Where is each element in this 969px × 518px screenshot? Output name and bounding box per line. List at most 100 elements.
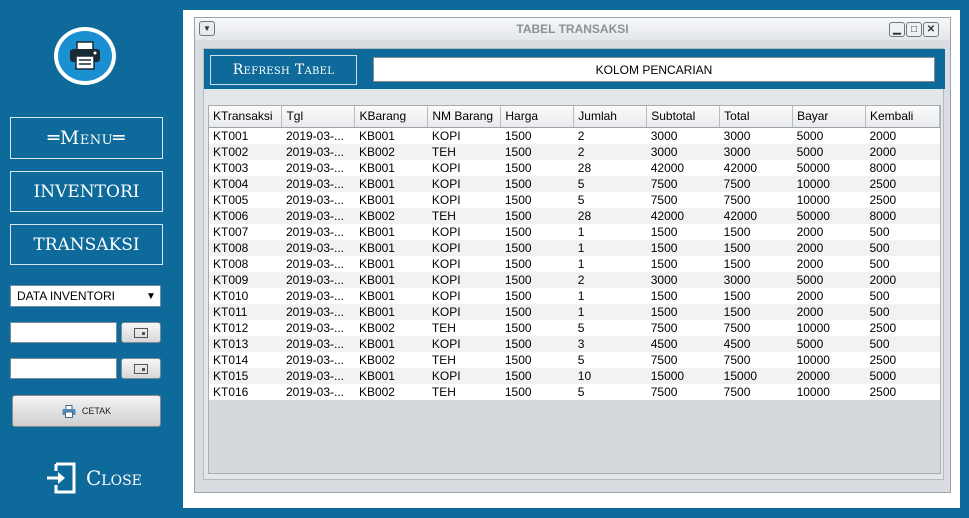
column-header[interactable]: Tgl	[281, 106, 356, 128]
table-cell: 2000	[865, 127, 940, 144]
menu-button[interactable]: ═Menu═	[10, 117, 163, 159]
table-row[interactable]: KT016 2019-03-... KB002 TEH 1500 5 7500 7500 100…	[209, 383, 940, 400]
window-close-icon[interactable]: ✕	[923, 22, 939, 37]
table-cell: 7500	[719, 383, 793, 400]
table-row[interactable]: KT011 2019-03-... KB001 KOPI 1500 1 1500 1500 20…	[209, 303, 940, 320]
table-row[interactable]: KT014 2019-03-... KB002 TEH 1500 5 7500 7500 100…	[209, 351, 940, 368]
table-row[interactable]: KT013 2019-03-... KB001 KOPI 1500 3 4500 4500 50…	[209, 335, 940, 352]
table-row[interactable]: KT008 2019-03-... KB001 KOPI 1500 1 1500 1500 20…	[209, 239, 940, 256]
date-to-field[interactable]	[10, 358, 117, 379]
table-cell: KB001	[354, 367, 428, 384]
table-body: KT001 2019-03-... KB001 KOPI 1500 2 3000 3000 50…	[209, 127, 940, 400]
table-row[interactable]: KT006 2019-03-... KB002 TEH 1500 28 42000 42000…	[209, 207, 940, 224]
table-cell: 50000	[792, 159, 866, 176]
minimize-icon[interactable]: ▁	[889, 22, 905, 37]
table-row[interactable]: KT004 2019-03-... KB001 KOPI 1500 5 7500 7500 10…	[209, 175, 940, 192]
data-type-select[interactable]: DATA INVENTORI ▼	[10, 285, 161, 307]
table-cell: 1500	[719, 223, 793, 240]
column-header[interactable]: KTransaksi	[209, 106, 283, 128]
table-cell: 500	[865, 239, 940, 256]
table-row[interactable]: KT015 2019-03-... KB001 KOPI 1500 10 15000 1500…	[209, 367, 940, 384]
table-cell: KOPI	[427, 303, 501, 320]
table-row[interactable]: KT010 2019-03-... KB001 KOPI 1500 1 1500 1500 20…	[209, 287, 940, 304]
table-row[interactable]: KT005 2019-03-... KB001 KOPI 1500 5 7500 7500 10…	[209, 191, 940, 208]
dropdown-arrow-icon[interactable]: ▼	[142, 286, 160, 306]
window-controls: ▁ □ ✕	[889, 22, 939, 37]
table-cell: 2019-03-...	[281, 383, 355, 400]
date-from-field[interactable]	[10, 322, 117, 343]
table-cell: KB001	[354, 191, 428, 208]
table-cell: 2000	[792, 303, 866, 320]
column-header[interactable]: Bayar	[792, 106, 866, 128]
close-button[interactable]: Close	[46, 462, 142, 494]
cetak-button[interactable]: CETAK	[12, 395, 161, 427]
column-header[interactable]: Kembali	[865, 106, 940, 128]
table-cell: 3000	[646, 143, 720, 160]
calendar-icon	[134, 327, 148, 338]
table-cell: 7500	[646, 175, 720, 192]
column-header[interactable]: Jumlah	[573, 106, 648, 128]
table-cell: KT006	[209, 207, 282, 224]
calendar-button-to[interactable]	[121, 358, 161, 379]
table-cell: 5000	[792, 271, 866, 288]
table-cell: 1500	[646, 303, 720, 320]
table-cell: 7500	[719, 175, 793, 192]
column-header[interactable]: KBarang	[354, 106, 429, 128]
column-header[interactable]: NM Barang	[427, 106, 502, 128]
table-cell: 5000	[792, 335, 866, 352]
table-cell: KT007	[209, 223, 282, 240]
table-row[interactable]: KT007 2019-03-... KB001 KOPI 1500 1 1500 1500 20…	[209, 223, 940, 240]
window-title: TABEL TRANSAKSI	[516, 22, 629, 36]
select-value: DATA INVENTORI	[17, 289, 116, 303]
column-header[interactable]: Harga	[500, 106, 575, 128]
toolbar: Refresh Tabel	[204, 49, 945, 89]
table-row[interactable]: KT002 2019-03-... KB002 TEH 1500 2 3000 3000 500…	[209, 143, 940, 160]
table-cell: KOPI	[427, 223, 501, 240]
window-titlebar[interactable]: ▼ TABEL TRANSAKSI ▁ □ ✕	[195, 18, 950, 40]
table-row[interactable]: KT001 2019-03-... KB001 KOPI 1500 2 3000 3000 50…	[209, 127, 940, 144]
table-row[interactable]: KT012 2019-03-... KB002 TEH 1500 5 7500 7500 100…	[209, 319, 940, 336]
table-cell: KOPI	[427, 287, 501, 304]
table-cell: 5	[573, 191, 647, 208]
table-cell: KB001	[354, 335, 428, 352]
table-cell: 2019-03-...	[281, 319, 355, 336]
refresh-table-button[interactable]: Refresh Tabel	[210, 55, 357, 85]
table-cell: KOPI	[427, 255, 501, 272]
table-cell: 7500	[719, 191, 793, 208]
table-cell: 50000	[792, 207, 866, 224]
table-cell: 5000	[792, 127, 866, 144]
table-cell: 1500	[500, 383, 574, 400]
column-header[interactable]: Subtotal	[646, 106, 721, 128]
table-cell: 2500	[865, 191, 940, 208]
table-cell: KB001	[354, 223, 428, 240]
table-cell: KOPI	[427, 127, 501, 144]
table-row[interactable]: KT008 2019-03-... KB001 KOPI 1500 1 1500 1500 20…	[209, 255, 940, 272]
table-cell: KB001	[354, 175, 428, 192]
table-cell: 1500	[646, 287, 720, 304]
table-cell: 500	[865, 335, 940, 352]
inventori-button[interactable]: INVENTORI	[10, 171, 163, 212]
table-cell: 1500	[500, 287, 574, 304]
table-cell: 2019-03-...	[281, 303, 355, 320]
table-cell: KB002	[354, 319, 428, 336]
table-cell: KT005	[209, 191, 282, 208]
table-cell: 2019-03-...	[281, 191, 355, 208]
table-cell: 1500	[646, 239, 720, 256]
transaction-table-container[interactable]: KTransaksi Tgl KBarang NM Barang Harga Jumlah…	[208, 105, 941, 474]
table-row[interactable]: KT003 2019-03-... KB001 KOPI 1500 28 42000 4200…	[209, 159, 940, 176]
table-cell: 42000	[646, 207, 720, 224]
search-input[interactable]	[373, 57, 935, 82]
table-cell: 2500	[865, 175, 940, 192]
maximize-icon[interactable]: □	[906, 22, 922, 37]
table-row[interactable]: KT009 2019-03-... KB001 KOPI 1500 2 3000 3000 50…	[209, 271, 940, 288]
table-cell: 2019-03-...	[281, 287, 355, 304]
window-menu-icon[interactable]: ▼	[199, 21, 215, 36]
calendar-button-from[interactable]	[121, 322, 161, 343]
table-cell: 20000	[792, 367, 866, 384]
table-cell: 2019-03-...	[281, 351, 355, 368]
table-cell: 500	[865, 255, 940, 272]
column-header[interactable]: Total	[719, 106, 794, 128]
transaksi-button[interactable]: TRANSAKSI	[10, 224, 163, 265]
table-cell: 4500	[646, 335, 720, 352]
tabel-transaksi-window: ▼ TABEL TRANSAKSI ▁ □ ✕ Refresh Tabel KT…	[194, 17, 951, 493]
